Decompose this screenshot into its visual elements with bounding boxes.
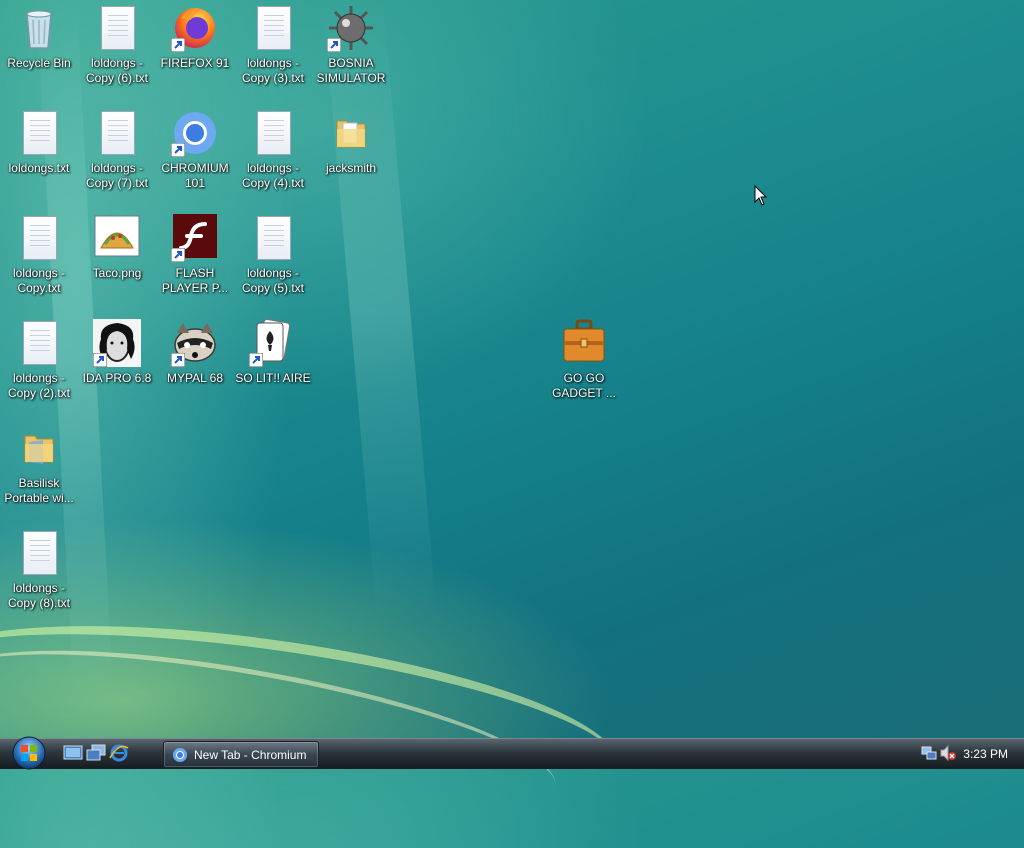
shortcut-arrow-icon — [171, 38, 185, 52]
folder-icon — [327, 109, 375, 157]
system-tray: 3:23 PM — [915, 739, 1024, 768]
icon-label: jacksmith — [325, 161, 376, 175]
desktop-icon-loldongs-copy-4[interactable]: loldongs - Copy (4).txt — [234, 109, 312, 191]
show-desktop-icon[interactable] — [63, 744, 83, 762]
shortcut-arrow-icon — [249, 353, 263, 367]
mypal-raccoon-icon — [171, 319, 219, 367]
briefcase-icon — [560, 319, 608, 367]
desktop-icon-jacksmith[interactable]: jacksmith — [312, 109, 390, 176]
firefox-icon — [171, 4, 219, 52]
desktop-icon-loldongs-copy-2[interactable]: loldongs - Copy (2).txt — [0, 319, 78, 401]
mouse-cursor-icon — [754, 185, 768, 206]
text-file-icon — [15, 214, 63, 262]
icon-label: FIREFOX 91 — [160, 56, 230, 70]
shortcut-arrow-icon — [171, 353, 185, 367]
desktop-icon-loldongs-copy-7[interactable]: loldongs - Copy (7).txt — [78, 109, 156, 191]
desktop-icon-recycle-bin[interactable]: Recycle Bin — [0, 4, 78, 71]
icon-label: MYPAL 68 — [166, 371, 224, 385]
flash-player-icon — [171, 214, 219, 262]
text-file-icon — [15, 529, 63, 577]
desktop-icon-ida-pro[interactable]: IDA PRO 6.8 — [78, 319, 156, 386]
recycle-bin-icon — [15, 4, 63, 52]
desktop-icon-mypal[interactable]: MYPAL 68 — [156, 319, 234, 386]
desktop-icon-loldongs-copy[interactable]: loldongs - Copy.txt — [0, 214, 78, 296]
icon-label: FLASH PLAYER P... — [161, 266, 229, 295]
text-file-icon — [249, 109, 297, 157]
chromium-icon — [173, 747, 187, 762]
icon-label: Taco.png — [92, 266, 142, 280]
text-file-icon — [93, 4, 141, 52]
icon-label: loldongs - Copy (8).txt — [7, 581, 70, 610]
desktop-icon-loldongs-copy-8[interactable]: loldongs - Copy (8).txt — [0, 529, 78, 611]
icon-label: Recycle Bin — [7, 56, 71, 70]
icon-label: loldongs - Copy (3).txt — [241, 56, 304, 85]
icon-label: loldongs - Copy (4).txt — [241, 161, 304, 190]
volume-muted-icon[interactable] — [939, 745, 957, 761]
desktop-icon-flash-player[interactable]: FLASH PLAYER P... — [156, 214, 234, 296]
desktop-icon-go-go-gadget[interactable]: GO GO GADGET ... — [545, 319, 623, 401]
solitaire-cards-icon — [249, 319, 297, 367]
desktop-icon-solitaire[interactable]: SO LIT!! AIRE — [234, 319, 312, 386]
taskbar-button-chromium-window[interactable]: New Tab - Chromium — [163, 741, 319, 768]
taskbar — [0, 738, 1024, 769]
text-file-icon — [249, 214, 297, 262]
desktop-icon-loldongs-txt[interactable]: loldongs.txt — [0, 109, 78, 176]
taskbar-button-label: New Tab - Chromium — [194, 747, 307, 762]
icon-label: loldongs - Copy (2).txt — [7, 371, 70, 400]
icon-label: loldongs - Copy.txt — [12, 266, 66, 295]
taco-image-icon — [93, 214, 141, 262]
desktop-icon-basilisk-portable[interactable]: Basilisk Portable wi... — [0, 424, 78, 506]
text-file-icon — [15, 319, 63, 367]
desktop-icon-loldongs-copy-3[interactable]: loldongs - Copy (3).txt — [234, 4, 312, 86]
icon-label: SO LIT!! AIRE — [235, 371, 311, 385]
text-file-icon — [249, 4, 297, 52]
desktop-icon-loldongs-copy-6[interactable]: loldongs - Copy (6).txt — [78, 4, 156, 86]
icon-label: BOSNIA SIMULATOR — [316, 56, 386, 85]
icon-label: IDA PRO 6.8 — [82, 371, 152, 385]
icon-label: loldongs - Copy (7).txt — [85, 161, 148, 190]
taskbar-clock[interactable]: 3:23 PM — [963, 747, 1008, 761]
icon-label: loldongs.txt — [8, 161, 70, 175]
desktop-icon-taco-png[interactable]: Taco.png — [78, 214, 156, 281]
text-file-icon — [93, 109, 141, 157]
desktop-icon-chromium[interactable]: CHROMIUM 101 — [156, 109, 234, 191]
network-icon[interactable] — [921, 745, 937, 761]
mine-icon — [327, 4, 375, 52]
shortcut-arrow-icon — [171, 248, 185, 262]
desktop-icon-loldongs-copy-5[interactable]: loldongs - Copy (5).txt — [234, 214, 312, 296]
text-file-icon — [15, 109, 63, 157]
shortcut-arrow-icon — [327, 38, 341, 52]
desktop-icon-firefox[interactable]: FIREFOX 91 — [156, 4, 234, 71]
desktop-icon-bosnia-simulator[interactable]: BOSNIA SIMULATOR — [312, 4, 390, 86]
internet-explorer-icon[interactable] — [109, 744, 129, 762]
icon-label: CHROMIUM 101 — [161, 161, 229, 190]
icon-label: Basilisk Portable wi... — [4, 476, 74, 505]
folder-icon — [15, 424, 63, 472]
chromium-icon — [171, 109, 219, 157]
icon-label: loldongs - Copy (6).txt — [85, 56, 148, 85]
shortcut-arrow-icon — [93, 353, 107, 367]
start-button-windows-logo-icon[interactable] — [8, 735, 50, 771]
icon-label: GO GO GADGET ... — [552, 371, 616, 400]
icon-label: loldongs - Copy (5).txt — [241, 266, 304, 295]
switch-windows-icon[interactable] — [86, 744, 106, 762]
ida-pro-icon — [93, 319, 141, 367]
shortcut-arrow-icon — [171, 143, 185, 157]
